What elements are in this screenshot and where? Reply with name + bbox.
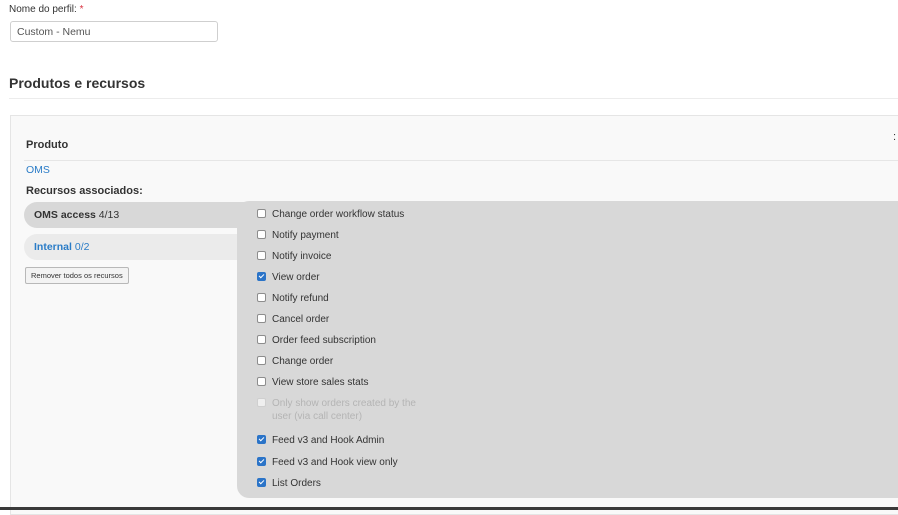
- permission-label: View store sales stats: [272, 377, 369, 388]
- resource-group-count: 0/2: [74, 241, 90, 253]
- checkbox-unchecked[interactable]: [257, 209, 266, 218]
- permission-label: Change order workflow status: [272, 209, 405, 220]
- section-title: Produtos e recursos: [9, 75, 146, 91]
- permissions-panel: [237, 201, 898, 498]
- permission-label-line2: user (via call center): [272, 411, 363, 422]
- permission-item[interactable]: Change order: [257, 355, 333, 368]
- close-icon[interactable]: :: [893, 131, 896, 143]
- checkbox-checked[interactable]: [257, 457, 266, 466]
- product-divider: [24, 160, 898, 161]
- permission-item[interactable]: Feed v3 and Hook view only: [257, 456, 398, 469]
- checkbox-checked[interactable]: [257, 435, 266, 444]
- permission-label: Notify invoice: [272, 251, 332, 262]
- permission-label: Feed v3 and Hook Admin: [272, 435, 385, 446]
- permission-label: Only show orders created by the: [272, 398, 416, 409]
- product-header: Produto: [26, 139, 69, 151]
- permission-item[interactable]: View order: [257, 271, 320, 284]
- permission-item[interactable]: Cancel order: [257, 313, 329, 326]
- permission-item[interactable]: Order feed subscription: [257, 334, 376, 347]
- permission-label: Notify refund: [272, 293, 329, 304]
- checkbox-checked[interactable]: [257, 272, 266, 281]
- resource-group-name: Internal: [34, 241, 72, 253]
- permission-item: Only show orders created by the user (via…: [257, 397, 416, 423]
- checkbox-checked[interactable]: [257, 478, 266, 487]
- permission-item[interactable]: View store sales stats: [257, 376, 369, 389]
- checkbox-unchecked[interactable]: [257, 230, 266, 239]
- permission-label: Change order: [272, 356, 334, 367]
- resource-group-name: OMS access: [34, 209, 96, 221]
- resources-label: Recursos associados:: [26, 185, 143, 197]
- checkbox-unchecked[interactable]: [257, 377, 266, 386]
- profile-name-input[interactable]: [10, 21, 218, 42]
- permission-item[interactable]: Notify invoice: [257, 250, 331, 263]
- permission-label: Order feed subscription: [272, 335, 376, 346]
- permission-item[interactable]: Notify refund: [257, 292, 329, 305]
- profile-name-label: Nome do perfil: *: [9, 4, 84, 15]
- required-asterisk: *: [79, 4, 84, 15]
- permission-label: List Orders: [272, 478, 321, 489]
- checkbox-unchecked[interactable]: [257, 356, 266, 365]
- permission-item[interactable]: List Orders: [257, 477, 321, 490]
- permission-item[interactable]: Notify payment: [257, 229, 339, 242]
- permission-label: Notify payment: [272, 230, 339, 241]
- permission-label: View order: [272, 272, 320, 283]
- permission-label: Cancel order: [272, 314, 330, 325]
- profile-name-label-text: Nome do perfil:: [9, 4, 77, 15]
- checkbox-unchecked[interactable]: [257, 293, 266, 302]
- resource-group-count: 4/13: [98, 209, 120, 221]
- permission-item[interactable]: Change order workflow status: [257, 208, 404, 221]
- section-divider: [9, 98, 898, 99]
- remove-all-resources-button[interactable]: Remover todos os recursos: [25, 267, 129, 284]
- checkbox-unchecked[interactable]: [257, 314, 266, 323]
- product-link-oms[interactable]: OMS: [26, 164, 50, 176]
- permission-item[interactable]: Feed v3 and Hook Admin: [257, 434, 384, 447]
- checkbox-unchecked[interactable]: [257, 335, 266, 344]
- checkbox-unchecked[interactable]: [257, 251, 266, 260]
- permission-label: Feed v3 and Hook view only: [272, 457, 398, 468]
- checkbox-unchecked: [257, 398, 266, 407]
